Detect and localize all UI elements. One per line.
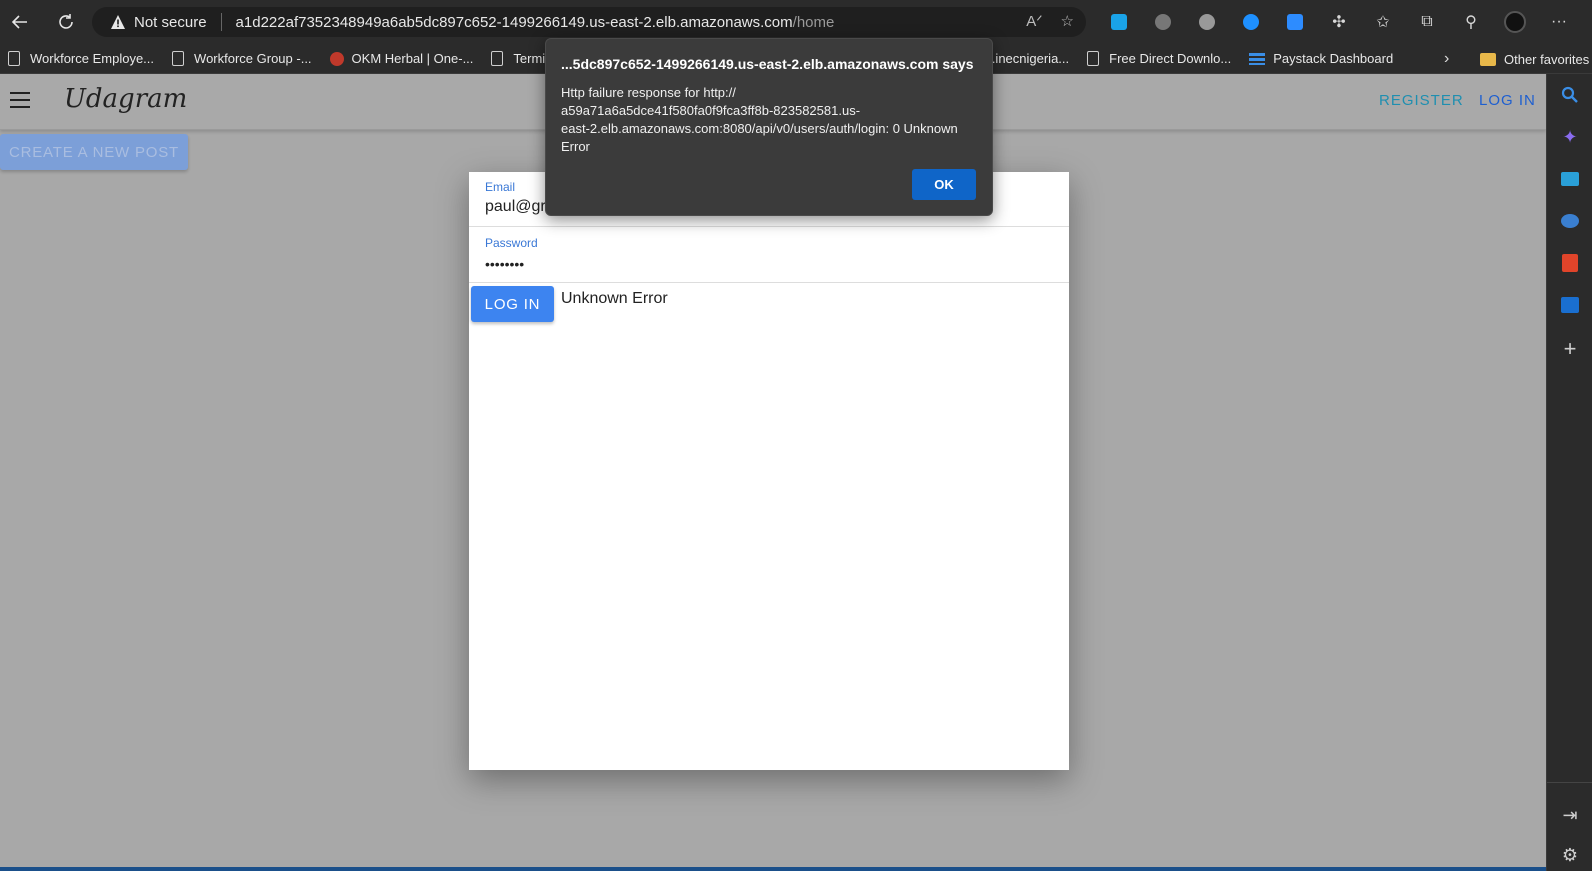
paystack-icon <box>1249 52 1266 65</box>
back-icon[interactable] <box>0 4 40 40</box>
alert-dialog: ...5dc897c652-1499266149.us-east-2.elb.a… <box>545 38 993 216</box>
email-label: Email <box>485 180 516 194</box>
hide-sidebar-icon[interactable]: ⇥ <box>1559 804 1581 826</box>
bookmark-item[interactable]: OKM Herbal | One-... <box>322 46 484 72</box>
login-card: Email paul@gr Password •••••••• LOG IN U… <box>469 172 1069 770</box>
bookmark-label: Free Direct Downlo... <box>1109 51 1232 66</box>
register-link[interactable]: REGISTER <box>1379 92 1464 109</box>
workspaces-icon[interactable]: ⚲ <box>1454 8 1488 36</box>
bookmark-item[interactable]: Paystack Dashboard <box>1241 46 1403 72</box>
password-label: Password <box>485 236 538 250</box>
password-field[interactable]: Password •••••••• <box>469 228 1069 283</box>
favorites-icon[interactable]: ✩ <box>1366 8 1400 36</box>
other-favorites-label: Other favorites <box>1504 51 1590 67</box>
page-icon <box>1087 51 1100 66</box>
page-icon <box>8 51 20 66</box>
games-icon[interactable] <box>1559 210 1581 232</box>
error-message: Unknown Error <box>561 290 668 307</box>
extensions-puzzle-icon[interactable]: ✣ <box>1322 8 1356 36</box>
extension-zoom-icon[interactable] <box>1278 8 1312 36</box>
refresh-icon[interactable] <box>46 4 86 40</box>
page-icon <box>491 51 504 66</box>
url-host: a1d222af7352348949a6ab5dc897c652-1499266… <box>235 13 793 31</box>
extension-chat-icon[interactable] <box>1190 8 1224 36</box>
extension-messenger-icon[interactable] <box>1234 8 1268 36</box>
bookmark-label: OKM Herbal | One-... <box>351 51 474 66</box>
dialog-message-line: Http failure response for http:// <box>561 85 736 100</box>
dialog-message-line: Error <box>561 139 590 154</box>
login-submit-button[interactable]: LOG IN <box>471 286 554 322</box>
dialog-title: ...5dc897c652-1499266149.us-east-2.elb.a… <box>561 56 974 72</box>
menu-icon[interactable] <box>10 92 30 108</box>
email-input[interactable]: paul@gr <box>485 198 546 216</box>
warning-icon <box>111 15 125 29</box>
bookmark-item[interactable]: Workforce Employe... <box>0 46 164 72</box>
bookmark-label: Paystack Dashboard <box>1273 51 1394 66</box>
other-favorites[interactable]: Other favorites <box>1472 46 1592 72</box>
edge-sidebar: ✦ + ⇥ ⚙ <box>1546 74 1592 871</box>
bookmark-item[interactable]: Free Direct Downlo... <box>1079 46 1241 72</box>
collections-icon[interactable]: ⧉ <box>1410 8 1444 36</box>
dialog-message: Http failure response for http:// a59a71… <box>561 84 971 156</box>
dialog-message-line: a59a71a6a5dce41f580fa0f9fca3ff8b-8235825… <box>561 103 861 118</box>
url-path: /home <box>792 13 835 31</box>
password-input[interactable]: •••••••• <box>485 256 524 272</box>
bookmark-label: Workforce Employe... <box>30 51 155 66</box>
brand-logo[interactable]: Udagram <box>64 84 187 114</box>
login-link[interactable]: LOG IN <box>1479 92 1536 109</box>
create-post-button[interactable]: CREATE A NEW POST <box>0 134 188 170</box>
extension-gamepad-icon[interactable] <box>1146 8 1180 36</box>
dialog-message-line: east-2.elb.amazonaws.com:8080/api/v0/use… <box>561 121 958 136</box>
tools-icon[interactable] <box>1559 168 1581 190</box>
copilot-sparkle-icon[interactable]: ✦ <box>1559 126 1581 148</box>
office-icon[interactable] <box>1559 252 1581 274</box>
address-separator <box>220 13 222 31</box>
search-icon[interactable] <box>1559 84 1581 106</box>
herbal-icon <box>329 51 344 66</box>
add-icon[interactable]: + <box>1559 336 1581 361</box>
profile-avatar[interactable] <box>1498 8 1532 36</box>
bottom-edge <box>0 867 1546 871</box>
read-aloud-icon[interactable]: Aᐟ <box>1026 12 1042 30</box>
ok-button[interactable]: OK <box>912 169 976 200</box>
address-bar[interactable]: Not secure a1d222af7352348949a6ab5dc897c… <box>92 7 1086 37</box>
chevron-right-icon[interactable]: › <box>1444 50 1449 68</box>
security-label[interactable]: Not secure <box>134 14 207 31</box>
settings-icon[interactable]: ⚙ <box>1559 844 1581 866</box>
page-icon <box>172 51 185 66</box>
bookmark-label: Workforce Group -... <box>194 51 312 66</box>
bookmark-item[interactable]: Workforce Group -... <box>164 46 322 72</box>
add-favorite-icon[interactable]: ☆ <box>1061 12 1074 30</box>
outlook-icon[interactable] <box>1559 294 1581 316</box>
more-menu-icon[interactable]: ··· <box>1542 8 1576 36</box>
folder-icon <box>1480 52 1496 66</box>
extension-share-icon[interactable] <box>1102 8 1136 36</box>
sidebar-divider <box>1547 782 1592 783</box>
